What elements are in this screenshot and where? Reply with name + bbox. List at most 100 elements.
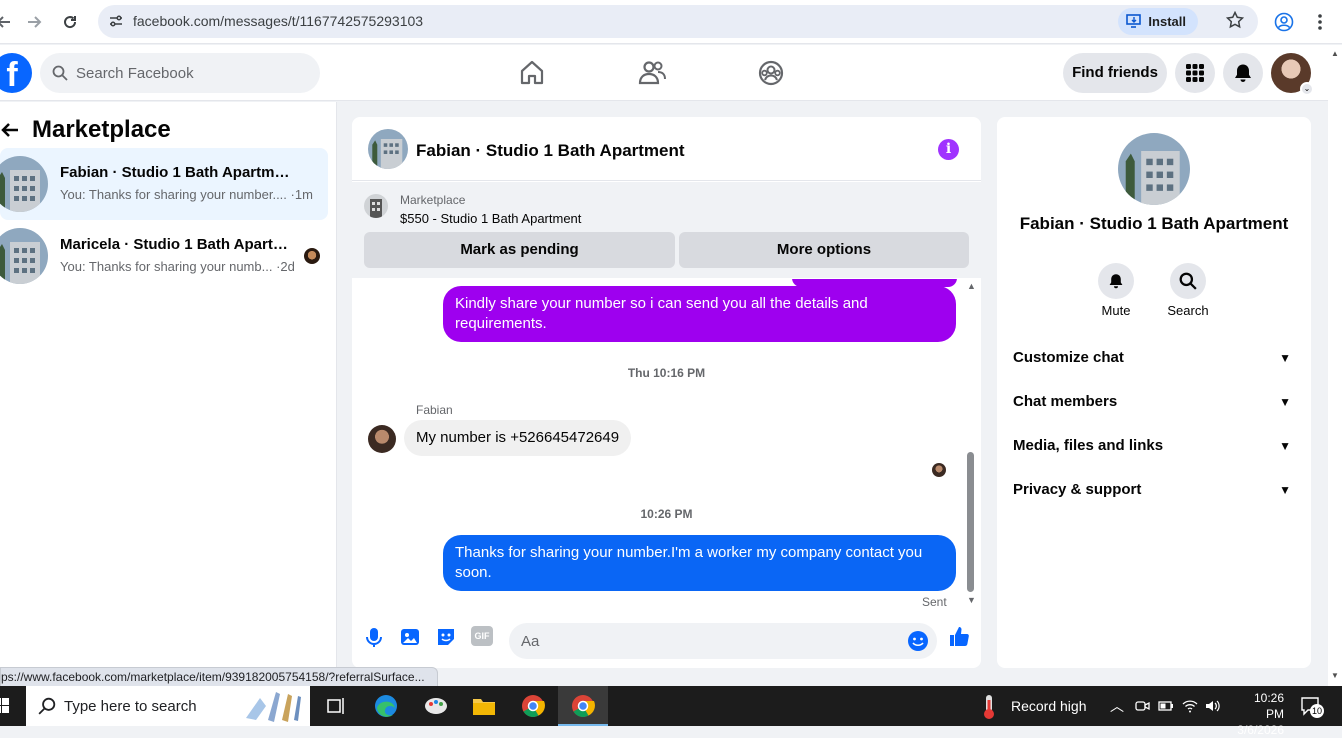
clock-time: 10:26 PM [1253, 691, 1284, 721]
install-button[interactable]: Install [1118, 8, 1198, 35]
bell-icon [1235, 64, 1251, 82]
chevron-down-icon: ▼ [1279, 483, 1291, 497]
search-icon [52, 65, 68, 81]
read-receipt-avatar [304, 248, 320, 264]
friends-icon[interactable] [637, 58, 667, 88]
site-info-icon[interactable] [108, 13, 124, 29]
sticker-icon[interactable] [434, 625, 458, 649]
listing-thumbnail[interactable] [364, 194, 388, 218]
conversation-item[interactable]: Maricela · Studio 1 Bath Apartm... You: … [0, 220, 328, 292]
wifi-icon[interactable] [1181, 698, 1199, 714]
file-explorer-icon[interactable] [470, 692, 498, 720]
volume-icon[interactable] [1204, 698, 1220, 714]
scroll-up-icon[interactable]: ▲ [967, 281, 976, 291]
search-icon [1179, 272, 1197, 290]
battery-icon[interactable] [1157, 698, 1175, 714]
conversation-details-panel: Fabian · Studio 1 Bath Apartment Mute Se… [997, 117, 1311, 668]
facebook-search[interactable] [40, 53, 320, 93]
groups-icon[interactable] [756, 58, 786, 88]
profile-icon[interactable] [1274, 12, 1294, 32]
address-bar[interactable]: facebook.com/messages/t/1167742575293103… [98, 5, 1258, 38]
windows-start-icon[interactable] [0, 698, 10, 714]
menu-button[interactable] [1175, 53, 1215, 93]
chevron-up-icon[interactable]: ︿ [1110, 696, 1124, 716]
weather-text[interactable]: Record high [1011, 698, 1087, 714]
task-view-icon[interactable] [322, 692, 350, 720]
gif-icon[interactable]: GIF [471, 626, 493, 646]
page-scrollbar[interactable]: ▲ ▼ [1328, 45, 1342, 686]
incoming-message[interactable]: My number is +526645472649 [404, 420, 632, 456]
search-label: Search [1167, 303, 1209, 318]
marketplace-listing-banner: Marketplace $550 - Studio 1 Bath Apartme… [352, 182, 981, 278]
conversation-name: Fabian · Studio 1 Bath Apartment [60, 164, 295, 181]
edge-browser-icon[interactable] [372, 692, 400, 720]
bookmark-star-icon[interactable] [1226, 11, 1244, 29]
conversation-item[interactable]: Fabian · Studio 1 Bath Apartment You: Th… [0, 148, 328, 220]
find-friends-button[interactable]: Find friends [1063, 53, 1167, 93]
sender-name: Fabian [416, 403, 453, 417]
media-files-links-section[interactable]: Media, files and links ▼ [1005, 424, 1303, 468]
thermometer-icon[interactable] [982, 694, 996, 720]
chat-avatar[interactable] [368, 129, 408, 169]
facebook-logo-icon[interactable]: f [0, 53, 32, 94]
message-input[interactable] [521, 623, 891, 659]
profile-avatar[interactable] [1118, 133, 1190, 205]
seen-avatar [932, 463, 946, 477]
photo-icon[interactable] [398, 625, 422, 649]
clock-date: 3/6/2026 [1237, 723, 1284, 737]
scroll-down-icon[interactable]: ▼ [967, 595, 976, 605]
timestamp: Thu 10:16 PM [627, 366, 706, 380]
search-highlight-icon [246, 692, 301, 722]
thumbs-up-icon[interactable] [947, 625, 971, 649]
marketplace-chats-panel: Marketplace Fabian · Studio 1 Bath Apart… [0, 102, 337, 668]
mute-button[interactable]: Mute [1086, 263, 1146, 318]
install-icon [1126, 14, 1142, 28]
back-arrow-icon[interactable] [0, 10, 16, 34]
conversation-snippet: You: Thanks for sharing your numb... ·2d [60, 259, 295, 274]
notification-center-button[interactable]: 10 [1300, 696, 1324, 718]
customize-chat-section[interactable]: Customize chat ▼ [1005, 336, 1303, 380]
browser-menu-icon[interactable] [1314, 12, 1326, 32]
home-icon[interactable] [517, 58, 547, 88]
paint-app-icon[interactable] [422, 692, 450, 720]
scroll-up-icon[interactable]: ▲ [1331, 49, 1339, 58]
facebook-header: f Find friends ⌄ [0, 45, 1342, 101]
mark-as-pending-button[interactable]: Mark as pending [364, 232, 675, 268]
taskbar-search-input[interactable] [64, 686, 264, 726]
info-icon[interactable]: i [938, 139, 959, 160]
url-text: facebook.com/messages/t/1167742575293103 [133, 13, 424, 29]
chat-title[interactable]: Fabian · Studio 1 Bath Apartment [416, 141, 685, 161]
microphone-icon[interactable] [362, 625, 386, 649]
chat-panel: Fabian · Studio 1 Bath Apartment i Marke… [352, 117, 981, 668]
account-avatar[interactable]: ⌄ [1271, 53, 1314, 96]
listing-title[interactable]: $550 - Studio 1 Bath Apartment [400, 211, 581, 226]
status-bar-link: ps://www.facebook.com/marketplace/item/9… [0, 667, 438, 687]
chat-members-section[interactable]: Chat members ▼ [1005, 380, 1303, 424]
active-chrome-taskbar-item[interactable] [558, 686, 608, 726]
scroll-down-icon[interactable]: ▼ [1331, 671, 1339, 680]
search-in-chat-button[interactable]: Search [1158, 263, 1218, 318]
conversation-snippet: You: Thanks for sharing your number.... … [60, 187, 313, 202]
listing-source-label: Marketplace [400, 193, 466, 207]
outgoing-message[interactable]: Thanks for sharing your number.I'm a wor… [443, 535, 956, 591]
message-input-wrapper[interactable] [509, 623, 937, 659]
chevron-down-icon: ▼ [1279, 351, 1291, 365]
delivery-status: Sent [922, 595, 947, 609]
chevron-down-icon: ▼ [1279, 395, 1291, 409]
more-options-button[interactable]: More options [679, 232, 969, 268]
outgoing-message[interactable]: Kindly share your number so i can send y… [443, 286, 956, 342]
facebook-search-input[interactable] [76, 53, 306, 93]
sender-avatar[interactable] [368, 425, 396, 453]
taskbar-search[interactable] [26, 686, 310, 726]
back-arrow-icon[interactable] [0, 120, 20, 146]
taskbar-clock[interactable]: 10:26 PM 3/6/2026 [1234, 690, 1284, 738]
reload-icon[interactable] [58, 10, 82, 34]
privacy-support-section[interactable]: Privacy & support ▼ [1005, 468, 1303, 512]
notifications-button[interactable] [1223, 53, 1263, 93]
emoji-icon[interactable] [907, 630, 929, 652]
chrome-icon[interactable] [519, 692, 547, 720]
forward-arrow-icon[interactable] [22, 10, 46, 34]
timestamp: 10:26 PM [640, 507, 693, 521]
scrollbar-thumb[interactable] [967, 452, 974, 592]
meet-now-icon[interactable] [1134, 698, 1150, 714]
